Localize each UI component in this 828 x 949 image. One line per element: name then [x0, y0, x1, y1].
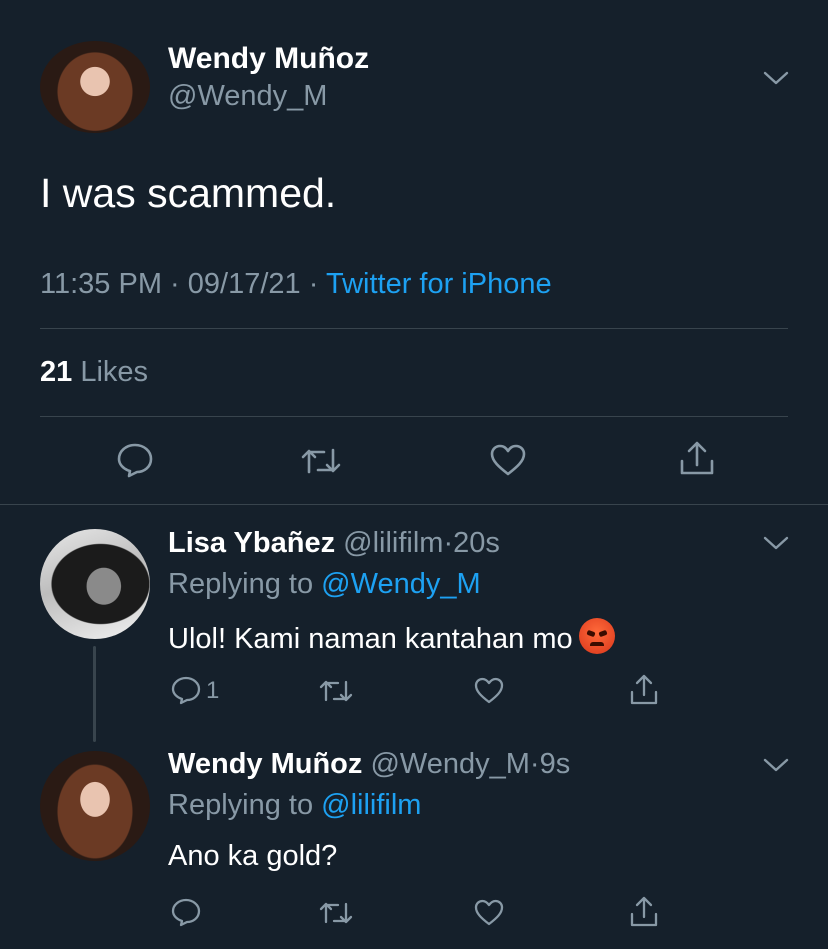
reply-avatar-lisa[interactable]	[40, 529, 150, 639]
reply-icon[interactable]	[170, 675, 202, 705]
likes-count-link[interactable]: 21 Likes	[40, 356, 148, 389]
reply-header: Lisa Ybañez @lilifilm·20s	[168, 527, 500, 559]
replying-to-prefix: Replying to	[168, 568, 314, 600]
retweet-icon[interactable]	[318, 678, 354, 704]
thread-line	[93, 646, 96, 742]
reply-header: Wendy Muñoz @Wendy_M·9s	[168, 748, 571, 780]
reply-text: Ano ka gold?	[168, 840, 338, 872]
meta-separator: ·	[308, 268, 319, 300]
reply-age: 9s	[539, 748, 571, 780]
tweet-source-link[interactable]: Twitter for iPhone	[326, 268, 552, 300]
chevron-down-icon[interactable]	[763, 757, 789, 773]
like-icon[interactable]	[489, 443, 527, 477]
divider	[0, 504, 828, 505]
reply-icon[interactable]	[116, 442, 154, 478]
retweet-icon[interactable]	[318, 900, 354, 926]
main-tweet-handle[interactable]: @Wendy_M	[168, 80, 327, 113]
chevron-down-icon[interactable]	[763, 535, 789, 551]
like-icon[interactable]	[473, 898, 505, 927]
divider	[40, 328, 788, 329]
reply-text: Ulol! Kami naman kantahan mo	[168, 618, 615, 656]
replying-to-link[interactable]: @Wendy_M	[321, 568, 480, 600]
main-tweet-avatar[interactable]	[40, 41, 150, 133]
chevron-down-icon[interactable]	[763, 70, 789, 86]
share-icon[interactable]	[628, 895, 660, 929]
reply-count: 1	[206, 677, 220, 704]
share-icon[interactable]	[628, 673, 660, 707]
reply-text-body: Ulol! Kami naman kantahan mo	[168, 623, 573, 655]
tweet-date: 09/17/21	[187, 268, 301, 300]
reply-author-name[interactable]: Lisa Ybañez	[168, 527, 335, 559]
likes-count: 21	[40, 356, 73, 388]
likes-label: Likes	[80, 356, 149, 388]
angry-face-emoji	[578, 618, 615, 654]
retweet-icon[interactable]	[300, 446, 342, 476]
share-icon[interactable]	[678, 439, 716, 479]
like-icon[interactable]	[473, 676, 505, 705]
reply-age: 20s	[453, 527, 500, 559]
replying-to-line: Replying to @lilifilm	[168, 789, 421, 822]
reply-avatar-wendy[interactable]	[40, 751, 150, 861]
reply-author-name[interactable]: Wendy Muñoz	[168, 748, 362, 780]
replying-to-prefix: Replying to	[168, 789, 314, 821]
divider	[40, 416, 788, 417]
main-tweet-meta: 11:35 PM · 09/17/21 · Twitter for iPhone	[40, 268, 552, 301]
main-tweet-author-name[interactable]: Wendy Muñoz	[168, 42, 369, 76]
reply-handle[interactable]: @Wendy_M	[370, 748, 529, 780]
replying-to-link[interactable]: @lilifilm	[321, 789, 421, 821]
reply-handle[interactable]: @lilifilm	[343, 527, 443, 559]
tweet-time: 11:35 PM	[40, 268, 162, 300]
main-tweet-text: I was scammed.	[40, 170, 337, 216]
meta-separator: ·	[170, 268, 180, 300]
reply-icon[interactable]	[170, 897, 202, 927]
replying-to-line: Replying to @Wendy_M	[168, 568, 481, 601]
